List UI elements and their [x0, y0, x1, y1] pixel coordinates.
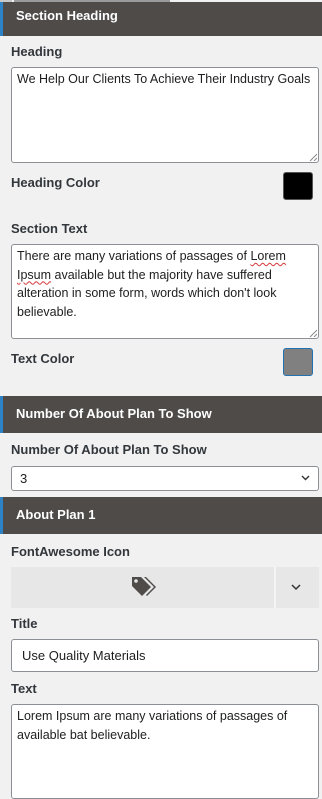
section-heading-header-label: Section Heading [16, 8, 118, 23]
plans-count-header[interactable]: Number Of About Plan To Show [0, 396, 322, 433]
heading-color-swatch[interactable] [283, 172, 313, 200]
plan-text-textarea[interactable]: Lorem Ipsum are many variations of passa… [11, 704, 319, 799]
title-input[interactable]: Use Quality Materials [11, 639, 319, 672]
heading-label: Heading [11, 44, 63, 59]
title-label: Title [11, 616, 38, 631]
section-text-part-3: available but the majority have suffered… [17, 267, 277, 319]
about-plan-1-header[interactable]: About Plan 1 [0, 497, 322, 534]
section-text-label: Section Text [11, 221, 88, 236]
chevron-down-icon[interactable] [291, 584, 301, 591]
tags-icon [132, 577, 156, 596]
icon-picker[interactable] [11, 567, 319, 608]
heading-textarea[interactable]: We Help Our Clients To Achieve Their Ind… [11, 67, 319, 163]
spellcheck-word-ipsum: Ipsum [17, 267, 52, 282]
plans-count-label: Number Of About Plan To Show [11, 442, 207, 457]
icon-picker-divider [274, 567, 276, 608]
spellcheck-word-lorem: Lorem [250, 249, 286, 263]
section-heading-header[interactable]: Section Heading [0, 2, 322, 36]
heading-value: We Help Our Clients To Achieve Their Ind… [17, 72, 311, 86]
text-label: Text [11, 681, 37, 696]
chevron-down-icon [301, 475, 310, 481]
resize-handle-icon[interactable] [309, 329, 317, 337]
resize-handle-icon[interactable] [309, 153, 317, 161]
text-color-swatch[interactable] [283, 348, 313, 376]
plans-count-header-label: Number Of About Plan To Show [16, 406, 212, 421]
section-text-part-1: There are many variations of passages of [17, 249, 251, 263]
heading-color-label: Heading Color [11, 175, 100, 190]
section-text-textarea[interactable]: There are many variations of passages of… [11, 244, 319, 339]
title-value: Use Quality Materials [22, 648, 146, 663]
text-color-label: Text Color [11, 351, 75, 366]
icon-label: FontAwesome Icon [11, 544, 130, 559]
about-plan-1-header-label: About Plan 1 [16, 507, 96, 522]
plans-count-select[interactable]: 3 [11, 466, 319, 491]
plans-count-value: 3 [20, 471, 28, 486]
plan-text-value: Lorem Ipsum are many variations of passa… [17, 709, 288, 742]
